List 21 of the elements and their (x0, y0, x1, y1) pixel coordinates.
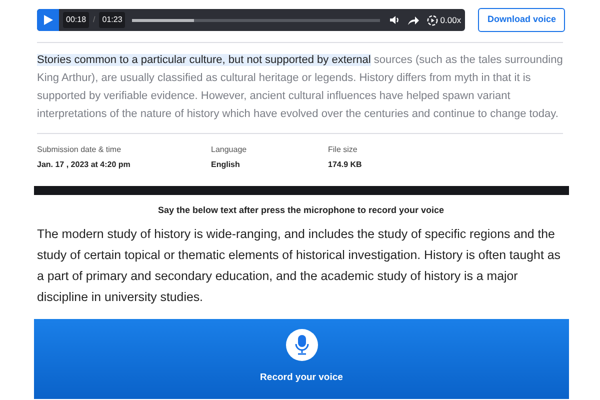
share-icon[interactable] (408, 16, 420, 24)
detail-value: 174.9 KB (328, 159, 363, 171)
reading-text: The modern study of history is wide-ranging, and includes the study of specific regions and the study of certain topical or thematic elements of historical investigation. History is often taught as a part of primary and secondary education, and the academic study of history is a major discipline in university studies. (37, 226, 562, 306)
duration: 01:23 (99, 12, 126, 28)
current-time: 00:18 (63, 12, 90, 28)
detail-label: Submission date & time (37, 144, 122, 156)
play-icon (44, 15, 52, 25)
detail-label: File size (328, 144, 358, 156)
download-voice-button[interactable]: Download voice (478, 8, 565, 32)
detail-value: Jan. 17 , 2023 at 4:20 pm (37, 159, 132, 171)
passage-text: Stories common to a particular culture, but not supported by external sources (such as the tales surrounding King Arthur), are usually classified as cultural heritage or legends. History differs from myth in that it is supported by verifiable evidence. However, ancient cultural influences have helped spawn variant interpretations of the nature of history which have evolved over the centuries and continue to change today. (37, 53, 564, 122)
play-button[interactable] (37, 9, 59, 31)
speaker-icon[interactable] (390, 15, 400, 25)
record-voice-button[interactable]: Record your voice (34, 318, 569, 398)
speed-value: 0.00x (440, 14, 462, 26)
speed-icon[interactable] (427, 14, 438, 26)
detail-label: Language (211, 144, 248, 156)
instruction-text: Say the below text after press the microphone to record your voice (156, 204, 446, 217)
detail-value: English (211, 159, 241, 171)
microphone-icon (286, 328, 318, 360)
time-separator: / (93, 14, 96, 26)
